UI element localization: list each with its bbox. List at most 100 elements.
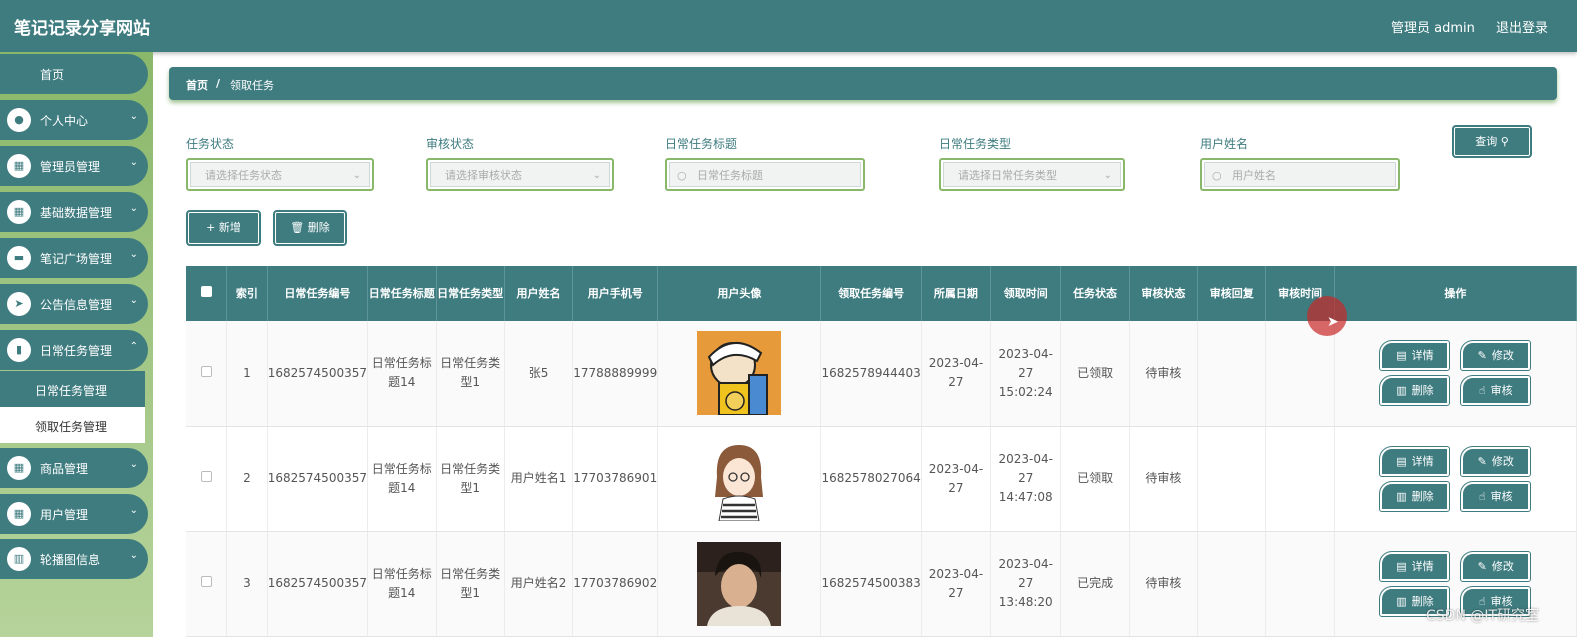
select-all-cell[interactable] [186, 266, 228, 321]
logout-link[interactable]: 退出登录 [1496, 17, 1548, 36]
sidebar-subitem-claim-task-management[interactable]: 领取任务管理 [0, 407, 145, 443]
edit-button[interactable]: ✎ 修改 [1460, 340, 1532, 372]
breadcrumb: 首页 / 领取任务 [169, 67, 1557, 100]
cell-date: 2023-04-27 [921, 321, 992, 427]
sidebar-item-label: 商品管理 [40, 462, 89, 476]
column-header: 领取任务编号 [820, 266, 922, 321]
sidebar-item-users[interactable]: ▦ 用户管理 ⌄ [0, 494, 148, 534]
sidebar-item-label: 首页 [40, 68, 65, 82]
edit-button[interactable]: ✎ 修改 [1460, 445, 1532, 477]
column-header: 审核回复 [1197, 266, 1267, 321]
cell-user: 张5 [504, 321, 574, 427]
search-icon: ○ [677, 169, 687, 182]
cell-claim-time: 2023-04-27 13:48:20 [990, 531, 1062, 637]
cell-index: 2 [226, 426, 268, 532]
book-icon: ▮ [7, 338, 31, 362]
delete-button[interactable]: 🗑 删除 [273, 210, 347, 246]
sidebar-item-announcements[interactable]: ➤ 公告信息管理 ⌄ [0, 284, 148, 324]
row-checkbox[interactable] [200, 471, 212, 482]
chart-icon: ▥ [7, 547, 31, 571]
cursor-icon: ➤ [1327, 314, 1339, 330]
detail-button[interactable]: ▤ 详情 [1379, 340, 1451, 372]
cell-audit-status: 待审核 [1129, 531, 1199, 637]
cell-reply [1197, 321, 1267, 427]
sidebar-item-daily-tasks[interactable]: ▮ 日常任务管理 ⌃ [0, 330, 148, 370]
column-header: 操作 [1334, 266, 1577, 321]
delete-row-button[interactable]: ▥ 删除 [1379, 375, 1451, 407]
chevron-up-icon: ⌃ [129, 341, 138, 352]
row-select-cell[interactable] [186, 531, 228, 637]
sidebar-item-notes-square[interactable]: ▬ 笔记广场管理 ⌄ [0, 238, 148, 278]
cell-avatar [657, 531, 822, 637]
row-select-cell[interactable] [186, 321, 228, 427]
cell-claim-no: 1682578944403 [820, 321, 922, 427]
sidebar-item-admin-management[interactable]: ▦ 管理员管理 ⌄ [0, 146, 148, 186]
cell-claim-time: 2023-04-27 15:02:24 [990, 321, 1062, 427]
cell-title: 日常任务标题14 [367, 321, 437, 427]
cell-audit-status: 待审核 [1129, 426, 1199, 532]
avatar [697, 436, 782, 521]
query-button[interactable]: 查询 ⚲ [1452, 125, 1532, 158]
delete-button-label: 删除 [307, 221, 330, 234]
sidebar-item-personal-center[interactable]: ● 个人中心 ⌄ [0, 100, 148, 140]
task-status-select[interactable]: 请选择任务状态 ⌄ [186, 158, 374, 191]
document-icon: ▤ [1396, 454, 1407, 468]
document-icon: ▤ [1396, 349, 1407, 363]
cell-reply [1197, 531, 1267, 637]
query-button-label: 查询 [1475, 135, 1498, 148]
trash-icon: ▥ [1396, 594, 1407, 608]
row-select-cell[interactable] [186, 426, 228, 532]
cell-task-no: 1682574500357 [267, 321, 369, 427]
edit-button[interactable]: ✎ 修改 [1460, 550, 1532, 582]
row-checkbox[interactable] [200, 576, 212, 587]
cell-user: 用户姓名1 [504, 426, 574, 532]
cell-audit-time [1265, 426, 1335, 532]
breadcrumb-separator: / [216, 77, 221, 90]
column-header: 领取时间 [990, 266, 1062, 321]
row-checkbox[interactable] [200, 365, 212, 377]
table-row: 1 1682574500357 日常任务标题14 日常任务类型1 张5 1778… [186, 321, 1577, 427]
hand-icon: ☝ [1478, 489, 1486, 503]
select-all-checkbox[interactable] [200, 285, 212, 297]
edit-label: 修改 [1491, 349, 1514, 363]
user-name-input[interactable]: ○ 用户姓名 [1200, 158, 1400, 191]
task-title-input[interactable]: ○ 日常任务标题 [665, 158, 865, 191]
cell-title: 日常任务标题14 [367, 531, 437, 637]
sidebar-item-label: 轮播图信息 [40, 553, 101, 567]
detail-button[interactable]: ▤ 详情 [1379, 550, 1451, 582]
cell-reply [1197, 426, 1267, 532]
chevron-down-icon: ⌄ [129, 550, 138, 561]
detail-button[interactable]: ▤ 详情 [1379, 445, 1451, 477]
task-type-select[interactable]: 请选择日常任务类型 ⌄ [939, 158, 1125, 191]
chevron-down-icon: ⌄ [129, 249, 138, 260]
audit-status-select[interactable]: 请选择审核状态 ⌄ [426, 158, 614, 191]
sidebar-item-home[interactable]: 首页 [0, 54, 148, 94]
audit-button[interactable]: ☝ 审核 [1460, 375, 1532, 407]
cell-audit-time [1265, 321, 1335, 427]
task-status-label: 任务状态 [186, 137, 235, 151]
delete-row-button[interactable]: ▥ 删除 [1379, 480, 1451, 512]
add-button-label: 新增 [218, 221, 241, 234]
audit-label: 审核 [1490, 384, 1513, 398]
add-button[interactable]: + 新增 [186, 210, 261, 246]
cell-date: 2023-04-27 [921, 426, 992, 532]
detail-label: 详情 [1411, 454, 1434, 468]
sidebar-item-base-data[interactable]: ▦ 基础数据管理 ⌄ [0, 192, 148, 232]
avatar [697, 331, 782, 416]
audit-status-placeholder: 请选择审核状态 [445, 169, 522, 182]
sidebar-item-carousel[interactable]: ▥ 轮播图信息 ⌄ [0, 539, 148, 579]
sidebar-item-label: 笔记广场管理 [40, 252, 113, 266]
grid-icon: ▦ [7, 154, 31, 178]
audit-label: 审核 [1490, 489, 1513, 503]
trash-icon: 🗑 [290, 221, 305, 234]
audit-button[interactable]: ☝ 审核 [1460, 480, 1532, 512]
watermark: CSDN @IT研究室 [1426, 608, 1540, 624]
cell-actions: ▤ 详情 ✎ 修改 ▥ 删除 ☝ 审核 [1334, 321, 1577, 427]
column-header: 日常任务类型 [436, 266, 505, 321]
sidebar-item-products[interactable]: ▦ 商品管理 ⌄ [0, 448, 148, 488]
cell-task-no: 1682574500357 [267, 531, 369, 637]
sidebar-subitem-daily-task-management[interactable]: 日常任务管理 [0, 371, 145, 407]
breadcrumb-home[interactable]: 首页 [186, 77, 208, 93]
search-icon: ○ [1212, 169, 1222, 182]
monitor-icon: ▬ [7, 246, 31, 270]
